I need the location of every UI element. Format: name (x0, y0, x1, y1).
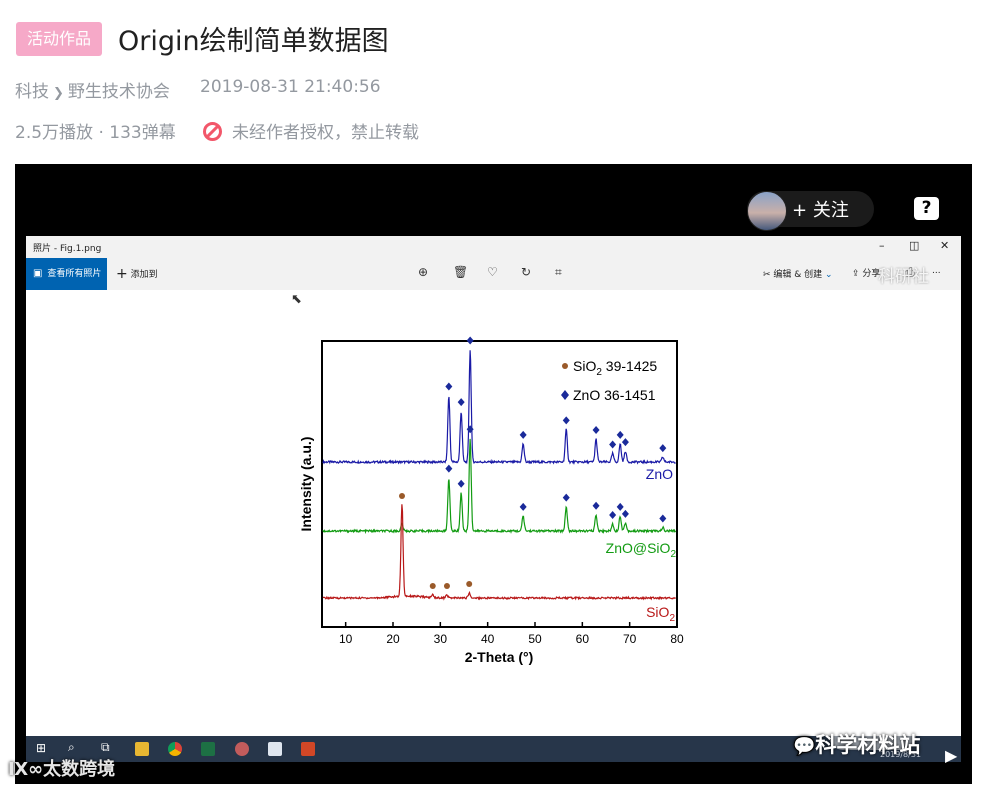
xrd-chart: 10 20 30 40 50 60 70 80 2-Theta (°) Intensity (… (298, 336, 684, 665)
x-tick-label: 40 (481, 632, 495, 646)
peak-marker-zno (592, 426, 600, 435)
peak-marker-zno (609, 440, 617, 449)
windows-start-icon[interactable]: ⊞ (36, 741, 46, 755)
peak-marker-sio2 (466, 581, 473, 587)
peak-marker-zno (445, 464, 453, 473)
watermark-logo-icon: Ⅸ∞ (8, 759, 44, 780)
x-tick-label: 70 (623, 632, 637, 646)
legend-label-sio2: SiO2 39-1425 (573, 358, 657, 378)
peak-marker-zno (562, 416, 570, 425)
legend-marker-zno (561, 390, 569, 400)
peak-marker-zno (659, 514, 667, 523)
peak-marker-zno (562, 493, 570, 502)
series-label-sio2: SiO2 (646, 604, 675, 624)
peak-marker-zno (519, 430, 527, 439)
series-line-1 (322, 438, 677, 535)
origin-icon[interactable] (235, 742, 249, 756)
peak-marker-zno (616, 430, 624, 439)
excel-icon[interactable] (201, 742, 215, 756)
peak-marker-zno (659, 444, 667, 453)
peak-marker-zno (466, 425, 474, 434)
peak-marker-sio2 (443, 583, 450, 589)
peak-marker-zno (616, 502, 624, 511)
peak-marker-zno (621, 438, 629, 447)
x-tick-label: 30 (434, 632, 448, 646)
photos-icon[interactable] (268, 742, 282, 756)
chart-legend: SiO2 39-1425 ZnO 36-1451 (561, 358, 657, 403)
chrome-icon[interactable] (168, 742, 182, 756)
peak-marker-zno (445, 382, 453, 391)
task-view-icon[interactable]: ⧉ (101, 740, 110, 755)
series-label-zno-sio2: ZnO@SiO2 (606, 540, 677, 560)
peak-marker-sio2 (398, 493, 405, 499)
x-tick-label: 50 (528, 632, 542, 646)
peak-marker-zno (592, 501, 600, 510)
x-tick-label: 80 (670, 632, 684, 646)
next-icon[interactable]: ▶ (945, 746, 957, 765)
peak-marker-zno (609, 511, 617, 520)
y-axis-label: Intensity (a.u.) (298, 437, 314, 532)
peak-marker-zno (621, 509, 629, 518)
file-explorer-icon[interactable] (135, 742, 149, 756)
search-icon[interactable]: ⌕ (68, 740, 75, 755)
peak-marker-sio2 (429, 583, 436, 589)
series-label-zno: ZnO (646, 466, 673, 482)
x-axis-label: 2-Theta (°) (465, 649, 534, 665)
x-tick-label: 20 (386, 632, 400, 646)
legend-marker-sio2 (562, 363, 568, 369)
peak-marker-zno (466, 336, 474, 345)
bottom-watermark: Ⅸ∞太数跨境 (8, 759, 116, 780)
peak-marker-zno (457, 398, 465, 407)
wechat-watermark: 💬科学材料站 (793, 733, 921, 757)
play-icon (862, 693, 892, 731)
wechat-icon: 💬 (793, 736, 816, 757)
peak-marker-zno (457, 479, 465, 488)
chart-frame (321, 340, 678, 628)
expand-icon[interactable]: ⤢ (929, 700, 940, 716)
legend-label-zno: ZnO 36-1451 (573, 387, 656, 403)
x-tick-label: 60 (576, 632, 590, 646)
x-axis-ticks: 10 20 30 40 50 60 70 80 (339, 622, 684, 646)
powerpoint-icon[interactable] (301, 742, 315, 756)
x-tick-label: 10 (339, 632, 353, 646)
peak-marker-zno (519, 502, 527, 511)
